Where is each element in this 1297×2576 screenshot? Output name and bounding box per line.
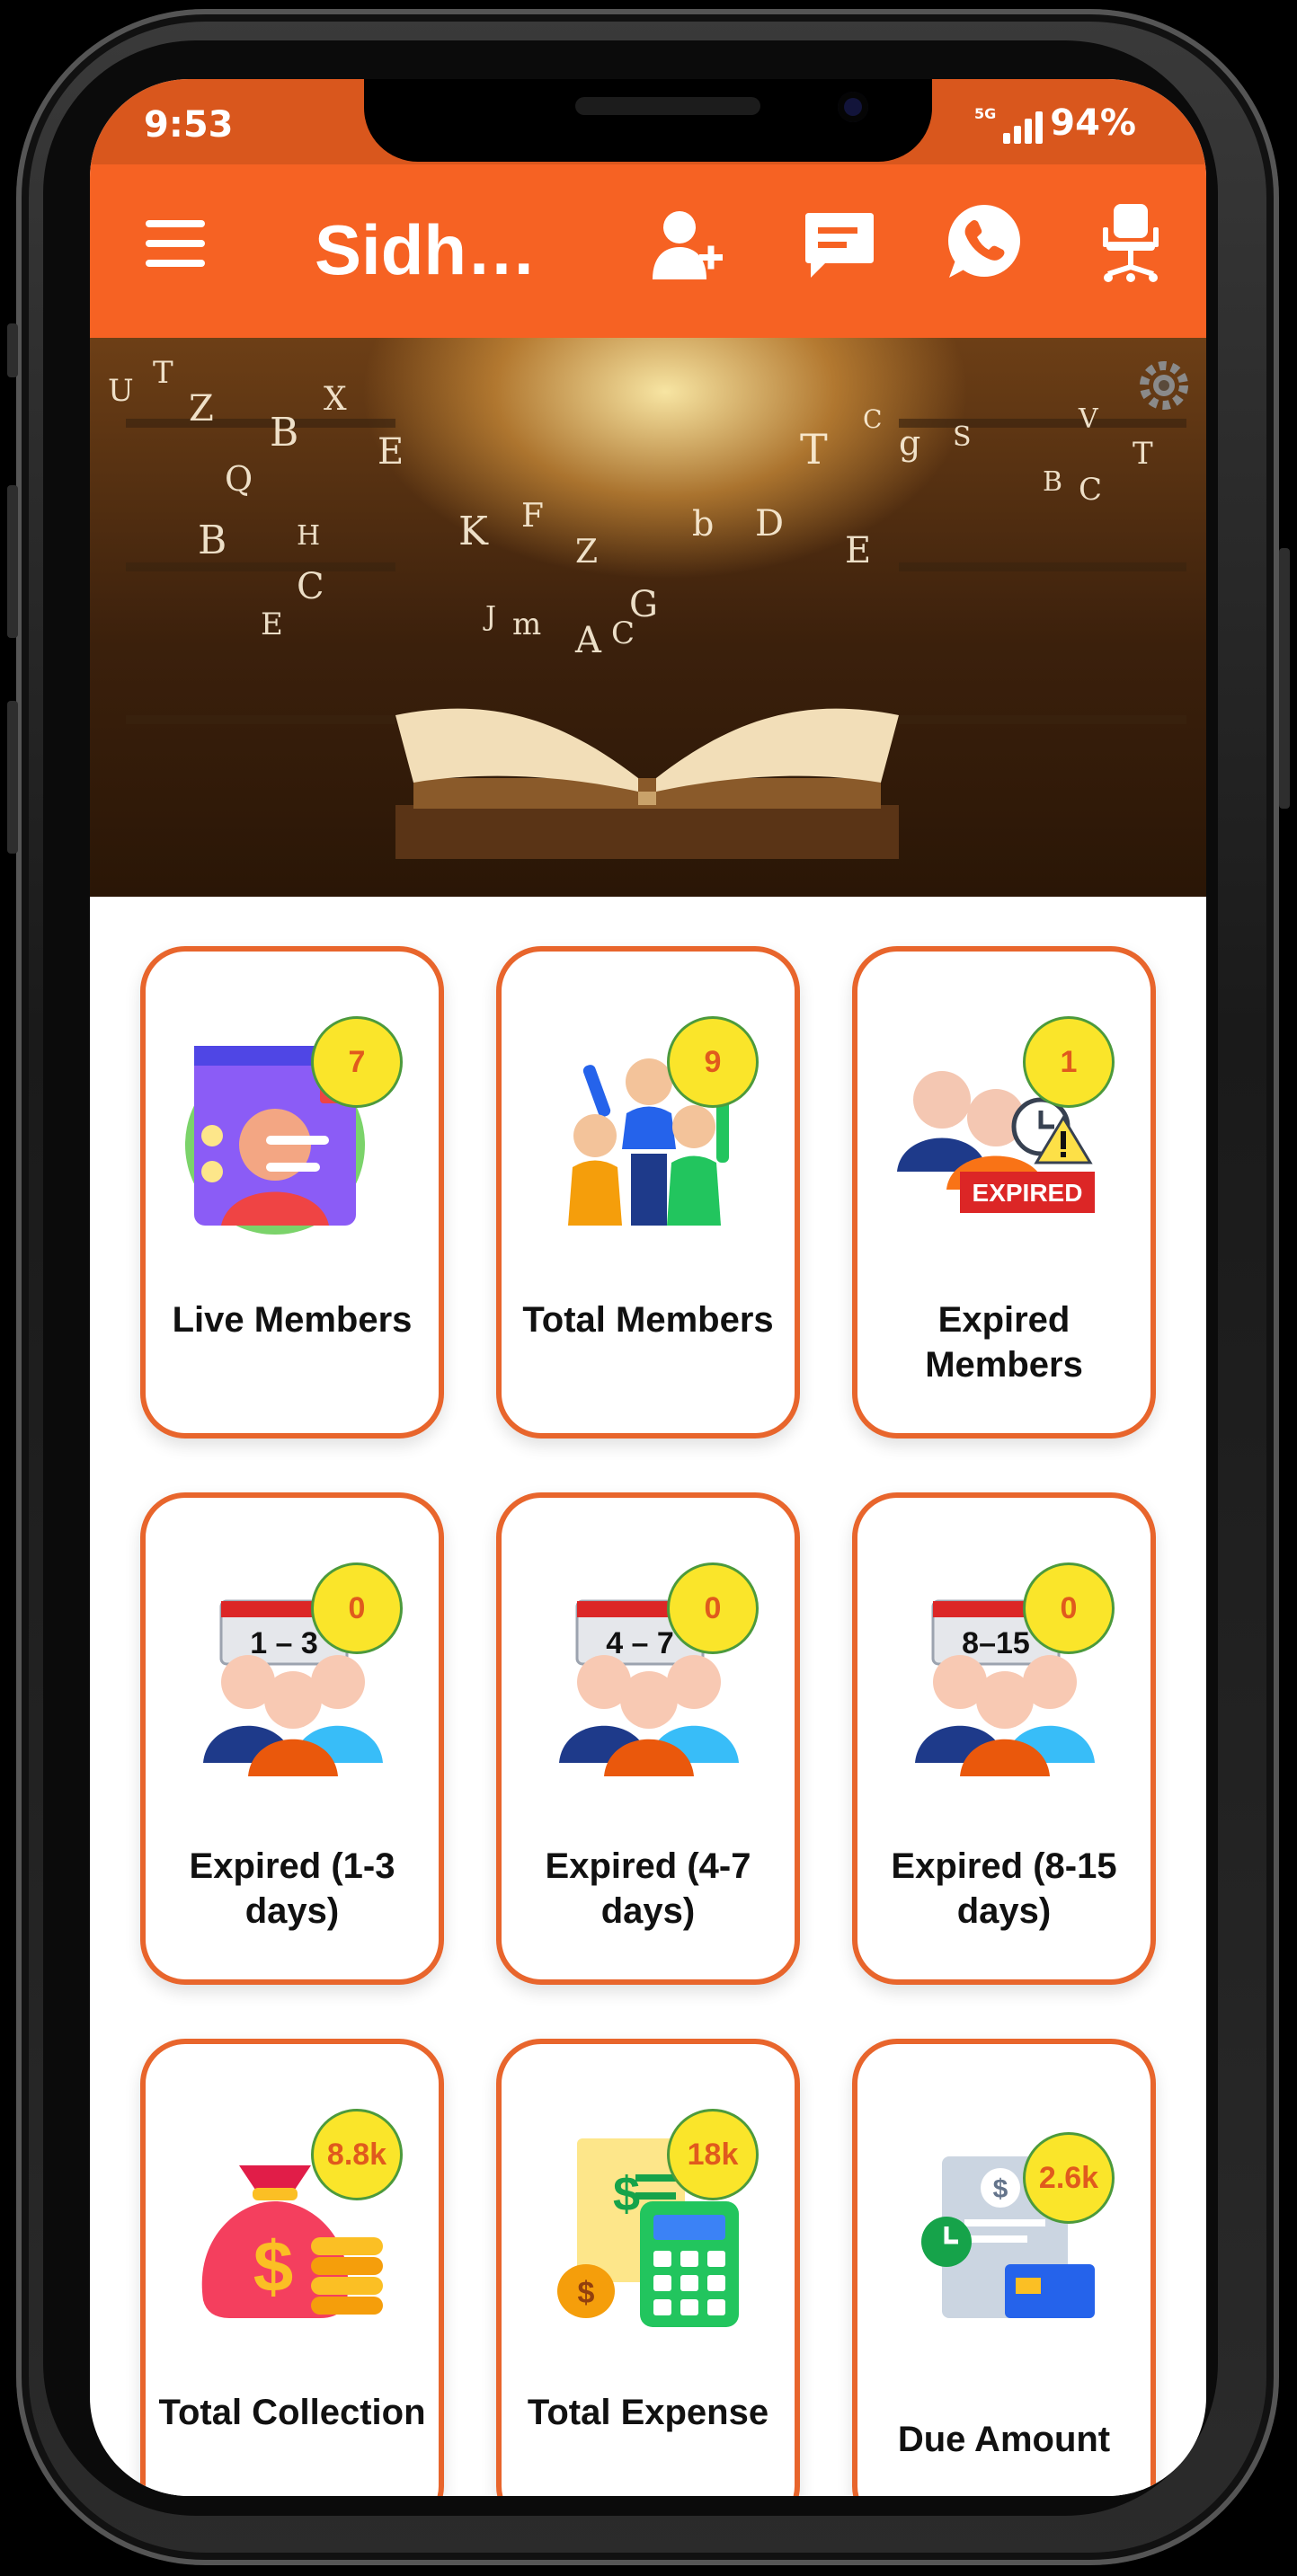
gear-icon[interactable] (1133, 354, 1195, 417)
svg-text:H: H (297, 520, 320, 552)
svg-text:Z: Z (189, 388, 214, 429)
card-total-expense[interactable]: $ $ 18k Total Expense (496, 2039, 800, 2496)
chat-icon[interactable] (800, 208, 875, 283)
count-badge: 1 (1023, 1016, 1115, 1108)
svg-text:T: T (800, 425, 828, 474)
count-badge: 0 (311, 1562, 403, 1654)
add-user-icon[interactable] (649, 208, 724, 283)
svg-text:C: C (1079, 472, 1102, 508)
count-badge: 2.6k (1023, 2132, 1115, 2224)
svg-text:S: S (953, 421, 972, 453)
count-badge: 9 (667, 1016, 759, 1108)
card-expired-members[interactable]: EXPIRED 1 Expired Members (852, 946, 1156, 1438)
svg-text:E: E (845, 530, 871, 571)
svg-text:B: B (1043, 466, 1062, 498)
svg-text:m: m (512, 606, 541, 642)
svg-text:g: g (899, 423, 920, 463)
card-expired-4-7-days[interactable]: 4 – 7 0 Expired (4-7 days) (496, 1492, 800, 1985)
card-live-members[interactable]: 7 Live Members (140, 946, 444, 1438)
svg-text:E: E (261, 606, 283, 642)
menu-icon[interactable] (146, 220, 205, 269)
card-label: Live Members (172, 1300, 413, 1340)
count-badge: 8.8k (311, 2109, 403, 2200)
svg-text:J: J (483, 601, 496, 633)
svg-text:Q: Q (225, 459, 253, 499)
card-label: Total Members (522, 1300, 774, 1340)
svg-text:C: C (297, 566, 324, 607)
signal-icon (1003, 111, 1044, 144)
dashboard-grid: 7 Live Members 9 Total Members EXPIRED 1… (140, 946, 1158, 2496)
open-book (395, 708, 899, 859)
front-camera (838, 92, 868, 122)
card-label: Total Expense (527, 2393, 769, 2432)
network-label: 5G (973, 105, 997, 122)
svg-text:$: $ (578, 2276, 595, 2310)
count-badge: 7 (311, 1016, 403, 1108)
svg-text:U: U (108, 373, 134, 409)
card-total-collection[interactable]: $ 8.8k Total Collection (140, 2039, 444, 2496)
calendar-range: 8–15 (962, 1626, 1030, 1660)
card-label: Due Amount (897, 2420, 1111, 2459)
card-label: Total Collection (158, 2393, 426, 2432)
status-time: 9:53 (144, 104, 234, 146)
svg-text:B: B (270, 410, 298, 456)
svg-text:$: $ (993, 2174, 1008, 2204)
svg-text:D: D (755, 503, 784, 544)
battery-label: 94% (1050, 102, 1136, 144)
card-label: Expired Members (925, 1300, 1083, 1385)
count-badge: 0 (667, 1562, 759, 1654)
book-illustration: U TZ BXE QB H K FZ GA C b DT Eg S VTC BCE JmC (108, 355, 1186, 859)
card-expired-8-15-days[interactable]: 8–15 0 Expired (8-15 days) (852, 1492, 1156, 1985)
volume-up-button (7, 485, 18, 638)
volume-down-button (7, 701, 18, 854)
svg-text:C: C (863, 404, 882, 434)
svg-text:C: C (611, 615, 635, 651)
card-label: Expired (4-7 days) (545, 1846, 751, 1931)
svg-text:T: T (1133, 436, 1153, 472)
app-bar: Sidhar… (90, 164, 1206, 338)
app-title: Sidhar… (315, 210, 575, 289)
svg-text:Z: Z (575, 534, 598, 571)
svg-text:K: K (458, 509, 489, 554)
svg-text:V: V (1078, 403, 1099, 435)
svg-text:B: B (198, 518, 227, 563)
card-due-amount[interactable]: $ 2.6k Due Amount (852, 2039, 1156, 2496)
svg-text:b: b (692, 504, 714, 544)
whatsapp-icon[interactable] (944, 200, 1025, 281)
svg-text:EXPIRED: EXPIRED (973, 1179, 1083, 1207)
card-expired-1-3-days[interactable]: 1 – 3 0 Expired (1-3 days) (140, 1492, 444, 1985)
power-button (1279, 548, 1290, 809)
speaker-grille (575, 97, 760, 115)
status-indicators: 5G 94% (974, 102, 1136, 144)
card-label: Expired (8-15 days) (891, 1846, 1117, 1931)
svg-text:A: A (574, 620, 602, 661)
count-badge: 0 (1023, 1562, 1115, 1654)
volume-button (7, 323, 18, 377)
card-label: Expired (1-3 days) (189, 1846, 395, 1931)
chair-icon[interactable] (1101, 202, 1160, 285)
card-total-members[interactable]: 9 Total Members (496, 946, 800, 1438)
calendar-range: 1 – 3 (250, 1626, 318, 1660)
svg-text:$: $ (253, 2226, 294, 2306)
count-badge: 18k (667, 2109, 759, 2200)
app-screen: 9:53 5G 94% Sidhar… U T Z B X E Q B H K … (90, 79, 1206, 2496)
calendar-range: 4 – 7 (606, 1626, 674, 1660)
svg-text:T: T (153, 355, 173, 391)
svg-text:X: X (324, 381, 347, 418)
svg-text:E: E (378, 431, 404, 473)
banner-image: UTZ BXE QBH KFZ GAC bDT EgS VTC BCE JmC (90, 338, 1206, 897)
svg-text:F: F (521, 498, 544, 535)
